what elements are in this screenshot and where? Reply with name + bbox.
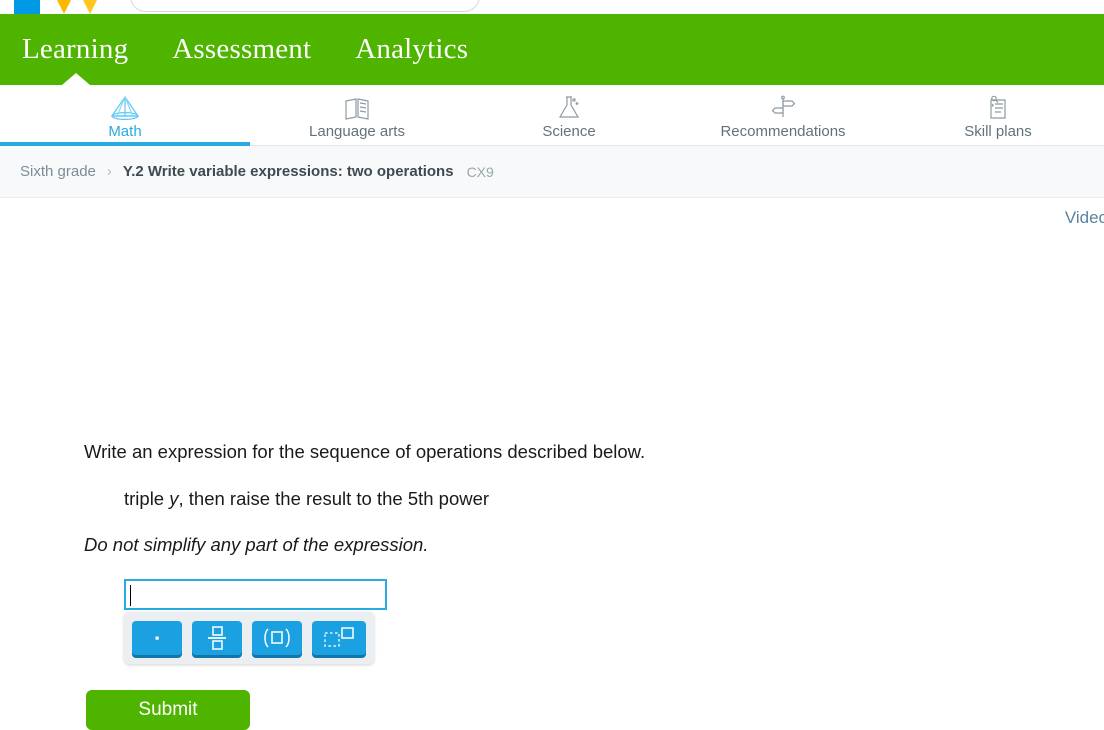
flask-icon [556, 95, 582, 121]
top-right-icons [1050, 0, 1100, 2]
subject-tab-math-label: Math [108, 122, 142, 140]
multiplication-dot-icon [155, 636, 159, 640]
avatar-icon[interactable] [1078, 0, 1100, 2]
operations-suffix: , then raise the result to the 5th power [178, 488, 490, 509]
exponent-key[interactable] [312, 621, 366, 655]
operations-prefix: triple [124, 488, 170, 509]
nav-item-analytics[interactable]: Analytics [355, 33, 468, 66]
math-keypad [124, 612, 374, 664]
submit-button[interactable]: Submit [86, 690, 250, 730]
subject-tab-language-arts-label: Language arts [309, 122, 405, 140]
primary-nav: Learning Assessment Analytics [0, 14, 1104, 85]
subject-tab-skill-plans-label: Skill plans [964, 122, 1032, 140]
breadcrumb-skill-code: CX9 [466, 163, 494, 180]
multiplication-dot-key[interactable] [132, 621, 182, 655]
question-operations: triple y, then raise the result to the 5… [124, 488, 489, 510]
search-input[interactable] [130, 0, 480, 12]
fraction-icon [208, 626, 226, 650]
subject-nav: Math Language arts Science Recommendatio… [0, 85, 1104, 146]
breadcrumb-grade[interactable]: Sixth grade [20, 163, 96, 180]
nav-item-learning[interactable]: Learning [22, 33, 128, 66]
text-caret [130, 585, 131, 606]
chevron-right-icon: › [106, 163, 112, 180]
parentheses-icon [264, 628, 290, 648]
subject-tab-math[interactable]: Math [0, 85, 250, 146]
clipboard-icon [985, 95, 1011, 121]
parentheses-key[interactable] [252, 621, 302, 655]
signpost-icon [769, 95, 797, 121]
pyramid-icon [110, 95, 140, 121]
subject-tab-language-arts[interactable]: Language arts [250, 85, 464, 145]
subject-tab-recommendations-label: Recommendations [720, 122, 846, 140]
subject-tab-science-label: Science [542, 122, 596, 140]
subject-tab-recommendations[interactable]: Recommendations [674, 85, 892, 145]
question-panel: Video Write an expression for the sequen… [0, 198, 1104, 730]
book-icon [343, 95, 371, 121]
nav-item-assessment[interactable]: Assessment [172, 33, 311, 66]
fraction-key[interactable] [192, 621, 242, 655]
answer-input[interactable] [124, 579, 387, 610]
top-utility-bar [0, 0, 1104, 14]
breadcrumb-skill-title: Y.2 Write variable expressions: two oper… [122, 163, 454, 180]
logo-chevron-right [70, 0, 110, 14]
bell-icon[interactable] [1050, 0, 1072, 2]
video-link[interactable]: Video [1065, 208, 1104, 228]
breadcrumb: Sixth grade › Y.2 Write variable express… [0, 146, 1104, 198]
operations-variable: y [169, 488, 179, 509]
ixl-logo[interactable] [14, 0, 110, 14]
exponent-icon [324, 627, 354, 647]
question-note: Do not simplify any part of the expressi… [84, 534, 429, 555]
logo-square [14, 0, 40, 14]
subject-tab-science[interactable]: Science [464, 85, 674, 145]
active-nav-caret [62, 73, 90, 85]
subject-tab-skill-plans[interactable]: Skill plans [892, 85, 1104, 145]
question-prompt: Write an expression for the sequence of … [84, 441, 646, 462]
